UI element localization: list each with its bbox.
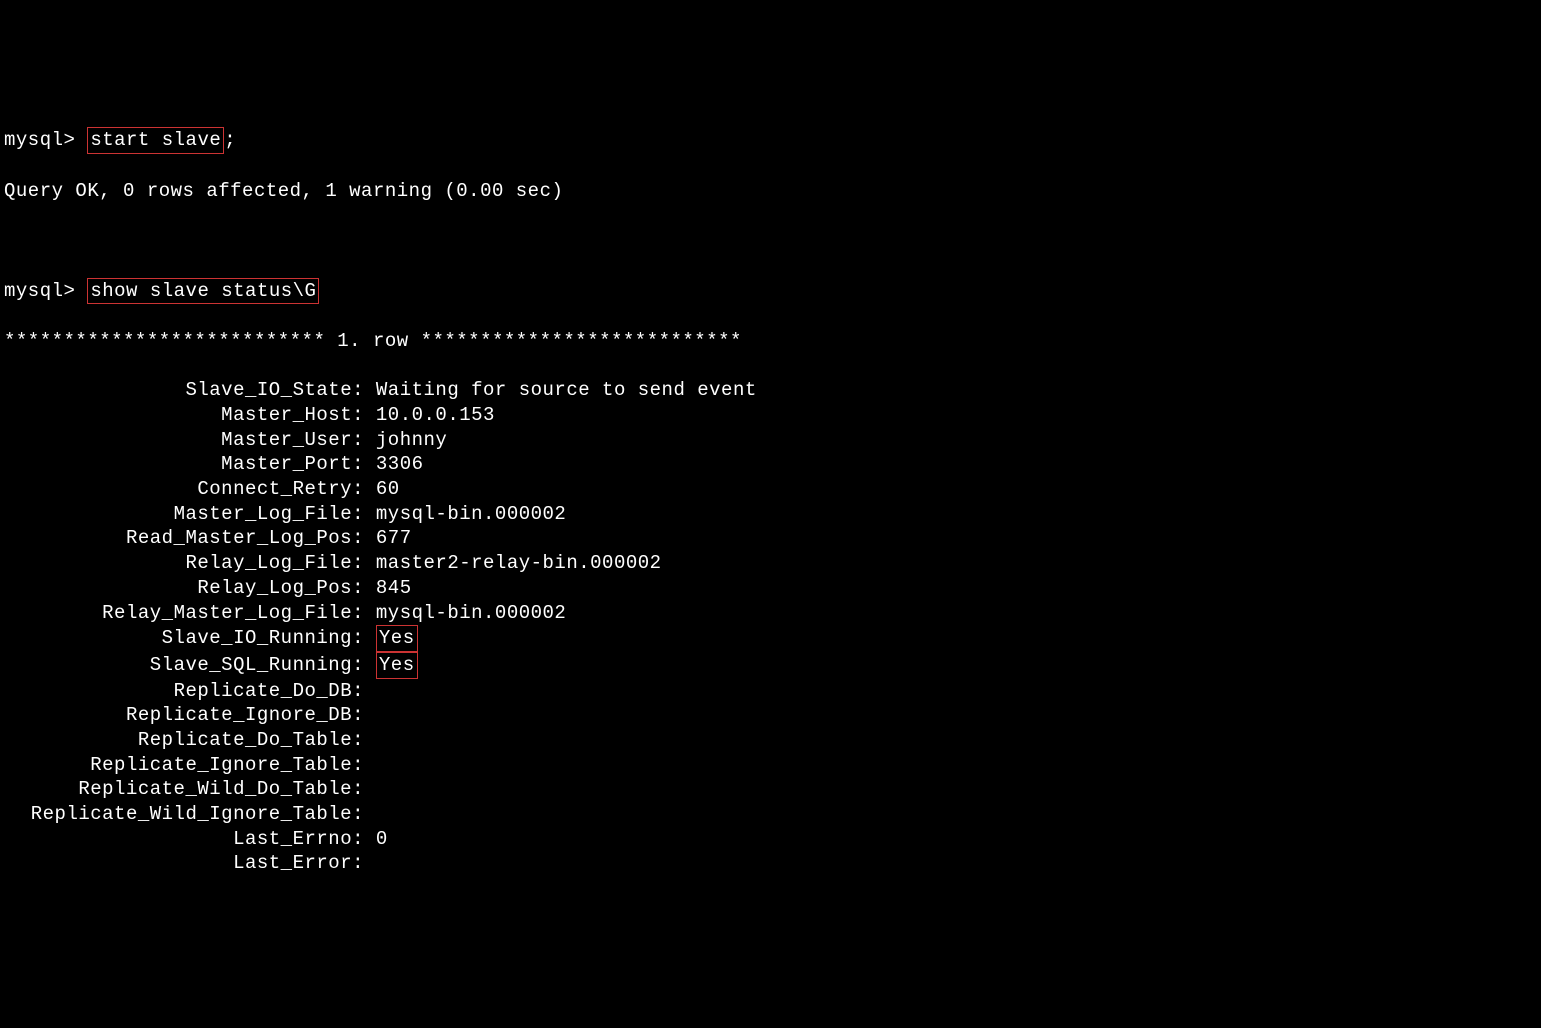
status-row: Replicate_Do_Table: bbox=[4, 728, 1537, 753]
status-label: Replicate_Ignore_Table: bbox=[4, 753, 364, 778]
status-label: Replicate_Wild_Do_Table: bbox=[4, 777, 364, 802]
status-row: Master_Log_File: mysql-bin.000002 bbox=[4, 502, 1537, 527]
status-row: Master_User: johnny bbox=[4, 428, 1537, 453]
status-row: Relay_Master_Log_File: mysql-bin.000002 bbox=[4, 601, 1537, 626]
status-row: Slave_IO_State: Waiting for source to se… bbox=[4, 378, 1537, 403]
status-row: Slave_IO_Running: Yes bbox=[4, 625, 1537, 652]
status-label: Relay_Log_Pos: bbox=[4, 576, 364, 601]
status-row: Connect_Retry: 60 bbox=[4, 477, 1537, 502]
status-label: Slave_SQL_Running: bbox=[4, 653, 364, 678]
status-value: master2-relay-bin.000002 bbox=[376, 552, 662, 574]
status-value: Yes bbox=[376, 625, 418, 652]
blank-line bbox=[4, 228, 1537, 253]
command-line-1: mysql> start slave; bbox=[4, 127, 1537, 154]
status-row: Replicate_Ignore_Table: bbox=[4, 753, 1537, 778]
status-label: Read_Master_Log_Pos: bbox=[4, 526, 364, 551]
status-value: 10.0.0.153 bbox=[376, 404, 495, 426]
status-label: Master_Log_File: bbox=[4, 502, 364, 527]
command-line-2: mysql> show slave status\G bbox=[4, 278, 1537, 305]
status-label: Slave_IO_Running: bbox=[4, 626, 364, 651]
row-separator: *************************** 1. row *****… bbox=[4, 329, 1537, 354]
status-row: Master_Port: 3306 bbox=[4, 452, 1537, 477]
status-label: Last_Error: bbox=[4, 851, 364, 876]
status-label: Slave_IO_State: bbox=[4, 378, 364, 403]
mysql-prompt: mysql> bbox=[4, 129, 87, 151]
status-label: Replicate_Do_Table: bbox=[4, 728, 364, 753]
command1-suffix: ; bbox=[224, 129, 236, 151]
mysql-prompt: mysql> bbox=[4, 280, 87, 302]
status-value: 60 bbox=[376, 478, 400, 500]
status-value: Yes bbox=[376, 652, 418, 679]
status-label: Replicate_Ignore_DB: bbox=[4, 703, 364, 728]
status-row: Master_Host: 10.0.0.153 bbox=[4, 403, 1537, 428]
status-label: Connect_Retry: bbox=[4, 477, 364, 502]
status-label: Relay_Log_File: bbox=[4, 551, 364, 576]
status-fields: Slave_IO_State: Waiting for source to se… bbox=[4, 378, 1537, 876]
status-label: Last_Errno: bbox=[4, 827, 364, 852]
status-row: Relay_Log_File: master2-relay-bin.000002 bbox=[4, 551, 1537, 576]
status-value: 0 bbox=[376, 828, 388, 850]
status-label: Replicate_Do_DB: bbox=[4, 679, 364, 704]
status-row: Replicate_Wild_Do_Table: bbox=[4, 777, 1537, 802]
status-row: Last_Errno: 0 bbox=[4, 827, 1537, 852]
query-response-1: Query OK, 0 rows affected, 1 warning (0.… bbox=[4, 179, 1537, 204]
status-label: Master_User: bbox=[4, 428, 364, 453]
status-value: 3306 bbox=[376, 453, 424, 475]
status-value: mysql-bin.000002 bbox=[376, 503, 566, 525]
status-row: Replicate_Ignore_DB: bbox=[4, 703, 1537, 728]
status-value: johnny bbox=[376, 429, 447, 451]
status-value: mysql-bin.000002 bbox=[376, 602, 566, 624]
status-row: Read_Master_Log_Pos: 677 bbox=[4, 526, 1537, 551]
command-show-slave-status: show slave status\G bbox=[87, 278, 319, 305]
status-value: 845 bbox=[376, 577, 412, 599]
status-value: Waiting for source to send event bbox=[376, 379, 757, 401]
status-row: Relay_Log_Pos: 845 bbox=[4, 576, 1537, 601]
status-label: Master_Port: bbox=[4, 452, 364, 477]
status-value: 677 bbox=[376, 527, 412, 549]
status-label: Replicate_Wild_Ignore_Table: bbox=[4, 802, 364, 827]
status-label: Master_Host: bbox=[4, 403, 364, 428]
command-start-slave: start slave bbox=[87, 127, 224, 154]
status-row: Replicate_Do_DB: bbox=[4, 679, 1537, 704]
status-row: Last_Error: bbox=[4, 851, 1537, 876]
status-row: Replicate_Wild_Ignore_Table: bbox=[4, 802, 1537, 827]
status-label: Relay_Master_Log_File: bbox=[4, 601, 364, 626]
status-row: Slave_SQL_Running: Yes bbox=[4, 652, 1537, 679]
terminal-output[interactable]: mysql> start slave; Query OK, 0 rows aff… bbox=[4, 103, 1537, 901]
